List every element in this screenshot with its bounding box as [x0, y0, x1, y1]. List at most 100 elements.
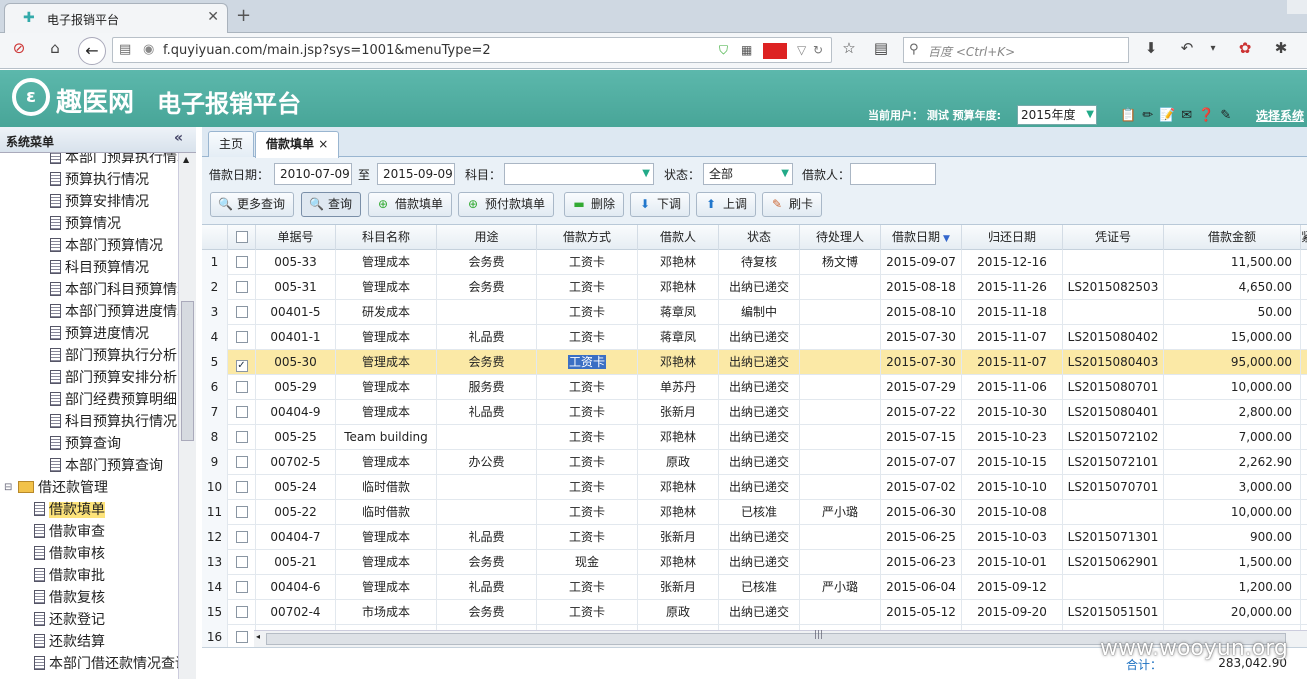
- sidebar-item[interactable]: 部门经费预算明细: [0, 389, 178, 411]
- row-checkbox[interactable]: [235, 481, 248, 493]
- column-header[interactable]: 归还日期: [962, 225, 1063, 250]
- column-header[interactable]: 借款日期 ▼: [881, 225, 962, 250]
- row-checkbox[interactable]: [235, 381, 248, 393]
- row-checkbox-cell[interactable]: [228, 500, 256, 525]
- sidebar-item[interactable]: 本部门借还款情况查询: [0, 653, 178, 675]
- row-checkbox[interactable]: [235, 531, 248, 543]
- sidebar-item[interactable]: 科目预算情况: [0, 257, 178, 279]
- document-icon[interactable]: 📝: [1159, 108, 1181, 123]
- row-checkbox-cell[interactable]: [228, 525, 256, 550]
- loan-fill-button[interactable]: ⊕ 借款填单: [368, 192, 453, 217]
- column-header[interactable]: 科目名称: [336, 225, 437, 250]
- sidebar-item[interactable]: 预算查询: [0, 433, 178, 455]
- collapse-icon[interactable]: «: [174, 130, 183, 146]
- sidebar-scrollbar[interactable]: ▲: [178, 153, 196, 679]
- row-checkbox[interactable]: [235, 631, 248, 643]
- sidebar-item[interactable]: 本部门预算进度情况: [0, 301, 178, 323]
- table-row[interactable]: 15 00702-4 市场成本 会务费 工资卡 原政 出纳已递交 2015-05-12 2015…: [202, 600, 1307, 625]
- mail-icon[interactable]: ✉: [1181, 108, 1198, 123]
- column-header[interactable]: 待处理人: [800, 225, 881, 250]
- table-row[interactable]: 2 005-31 管理成本 会务费 工资卡 邓艳林 出纳已递交 2015-08-18 2015-…: [202, 275, 1307, 300]
- table-row[interactable]: 4 00401-1 管理成本 礼品费 工资卡 蒋章凤 出纳已递交 2015-07-30 2015…: [202, 325, 1307, 350]
- sidebar-item[interactable]: 借款审核: [0, 543, 178, 565]
- dropdown-icon[interactable]: ▽: [797, 43, 806, 57]
- header-select-all[interactable]: [228, 225, 256, 250]
- switch-system-link[interactable]: 选择系统: [1256, 107, 1304, 124]
- borrower-input[interactable]: [850, 163, 936, 185]
- scroll-left-icon[interactable]: ◂: [256, 632, 260, 641]
- row-checkbox[interactable]: [235, 431, 248, 443]
- row-checkbox-cell[interactable]: [228, 275, 256, 300]
- row-checkbox-cell[interactable]: [228, 450, 256, 475]
- row-checkbox-cell[interactable]: [228, 575, 256, 600]
- tree-toggle-icon[interactable]: ⊟: [4, 477, 12, 499]
- row-checkbox[interactable]: [235, 306, 248, 318]
- column-header[interactable]: 借款金额: [1164, 225, 1301, 250]
- shield-icon[interactable]: ⛉: [719, 43, 728, 58]
- row-checkbox[interactable]: [235, 331, 248, 343]
- sidebar-item[interactable]: ⊟ 借还款管理: [0, 477, 178, 499]
- table-row[interactable]: 6 005-29 管理成本 服务费 工资卡 单苏丹 出纳已递交 2015-07-29 2015-…: [202, 375, 1307, 400]
- table-row[interactable]: 11 005-22 临时借款 工资卡 邓艳林 已核准 严小璐 2015-06-30 2015-1…: [202, 500, 1307, 525]
- sidebar-item[interactable]: 预算情况: [0, 213, 178, 235]
- table-row[interactable]: 13 005-21 管理成本 会务费 现金 邓艳林 出纳已递交 2015-06-23 2015-…: [202, 550, 1307, 575]
- browser-search-box[interactable]: ⚲ 百度 <Ctrl+K>: [903, 37, 1129, 63]
- new-tab-icon[interactable]: +: [236, 5, 251, 26]
- prepay-fill-button[interactable]: ⊕ 预付款填单: [458, 192, 555, 217]
- row-checkbox-cell[interactable]: [228, 600, 256, 625]
- table-row[interactable]: 7 00404-9 管理成本 礼品费 工资卡 张新月 出纳已递交 2015-07-22 2015…: [202, 400, 1307, 425]
- sidebar-item[interactable]: 还款结算: [0, 631, 178, 653]
- notes-icon[interactable]: 📋: [1120, 108, 1142, 123]
- more-query-button[interactable]: 🔍 更多查询: [210, 192, 295, 217]
- pencil-icon[interactable]: ✏: [1142, 108, 1159, 123]
- sidebar-item[interactable]: 部门预算执行分析: [0, 345, 178, 367]
- block-icon[interactable]: ⊘: [8, 39, 30, 57]
- close-icon[interactable]: ×: [318, 137, 328, 151]
- address-bar[interactable]: ▤ ◉ f.quyiyuan.com/main.jsp?sys=1001&men…: [112, 37, 832, 63]
- row-checkbox-cell[interactable]: ✓: [228, 350, 256, 375]
- bookmarks-icon[interactable]: ▤: [870, 39, 892, 57]
- row-checkbox[interactable]: [235, 506, 248, 518]
- row-checkbox[interactable]: [235, 556, 248, 568]
- column-header[interactable]: 状态: [719, 225, 800, 250]
- date-from-input[interactable]: 2010-07-09: [274, 163, 352, 185]
- status-select[interactable]: 全部 ▼: [703, 163, 793, 185]
- sidebar-item[interactable]: 借款填单: [0, 499, 178, 521]
- row-checkbox[interactable]: [235, 456, 248, 468]
- back-button[interactable]: ←: [78, 37, 106, 65]
- column-header[interactable]: 用途: [437, 225, 537, 250]
- table-row[interactable]: 5 ✓ 005-30 管理成本 会务费 工资卡 邓艳林 出纳已递交 2015-07-30 2015…: [202, 350, 1307, 375]
- table-row[interactable]: 3 00401-5 研发成本 工资卡 蒋章凤 编制中 2015-08-10 2015-11-1…: [202, 300, 1307, 325]
- row-checkbox[interactable]: [235, 406, 248, 418]
- row-checkbox-cell[interactable]: [228, 300, 256, 325]
- table-row[interactable]: 9 00702-5 管理成本 办公费 工资卡 原政 出纳已递交 2015-07-07 2015-…: [202, 450, 1307, 475]
- sidebar-item[interactable]: 本部门预算情况: [0, 235, 178, 257]
- column-header[interactable]: 借款人: [638, 225, 719, 250]
- select-all-checkbox[interactable]: [235, 231, 248, 243]
- column-header[interactable]: 凭证号: [1063, 225, 1164, 250]
- sidebar-item[interactable]: 还款登记: [0, 609, 178, 631]
- tab-loan-fill[interactable]: 借款填单 ×: [255, 131, 340, 158]
- sidebar-item[interactable]: 本部门科目预算情况: [0, 279, 178, 301]
- scroll-up-icon[interactable]: ▲: [183, 155, 189, 164]
- row-checkbox[interactable]: ✓: [235, 360, 248, 372]
- column-header[interactable]: 单据号: [256, 225, 336, 250]
- sidebar-item[interactable]: 预算执行情况: [0, 169, 178, 191]
- sidebar-item[interactable]: 本部门预算查询: [0, 455, 178, 477]
- qrcode-icon[interactable]: ▦: [741, 43, 752, 57]
- budget-year-select[interactable]: 2015年度 ▼: [1017, 105, 1097, 125]
- home-icon[interactable]: ⌂: [44, 39, 66, 57]
- sidebar-item[interactable]: 预算进度情况: [0, 323, 178, 345]
- row-checkbox-cell[interactable]: [228, 550, 256, 575]
- sidebar-item[interactable]: 预算安排情况: [0, 191, 178, 213]
- help-icon[interactable]: ❓: [1198, 108, 1220, 123]
- row-checkbox[interactable]: [235, 606, 248, 618]
- edit-icon[interactable]: ✎: [1220, 108, 1237, 123]
- sidebar-item[interactable]: 借款审查: [0, 521, 178, 543]
- scrollbar-thumb[interactable]: [181, 301, 194, 441]
- sidebar-item[interactable]: 借款审批: [0, 565, 178, 587]
- sidebar-item[interactable]: 借款复核: [0, 587, 178, 609]
- subject-select[interactable]: ▼: [504, 163, 654, 185]
- bookmark-star-icon[interactable]: ☆: [838, 39, 860, 57]
- reader-icon[interactable]: ▤: [119, 42, 131, 57]
